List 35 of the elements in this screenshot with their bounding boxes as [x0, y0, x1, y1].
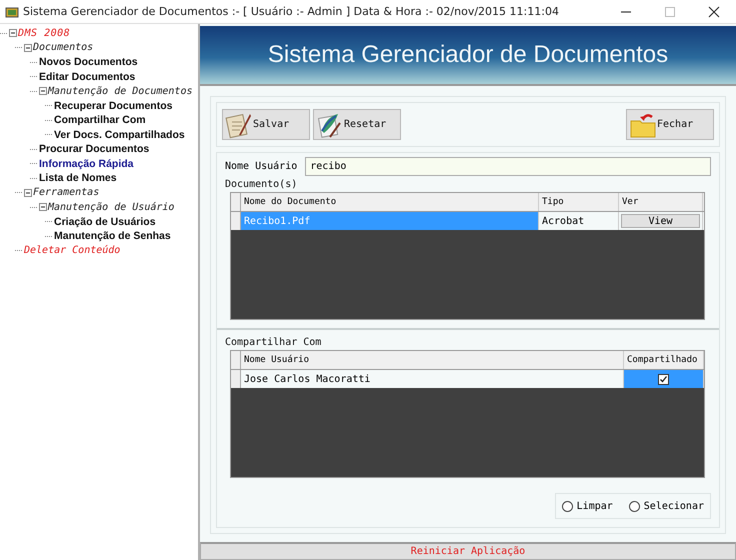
field-label: Nome Usuário	[225, 161, 298, 172]
radio-option[interactable]: Selecionar	[628, 500, 704, 512]
tree-item[interactable]: Compartilhar Com	[54, 114, 146, 126]
tree-item[interactable]: Ver Docs. Compartilhados	[54, 128, 185, 141]
user-name-field[interactable]: recibo	[305, 157, 711, 176]
save-button[interactable]: Salvar	[222, 109, 310, 140]
section-label: Compartilhar Com	[225, 337, 322, 348]
reset-button[interactable]: Resetar	[313, 109, 401, 140]
tree-item[interactable]: Manutenção de Usuário	[48, 202, 174, 213]
close-button[interactable]: Fechar	[626, 109, 714, 140]
tree-item[interactable]: Novos Documentos	[39, 56, 138, 68]
restart-button[interactable]: Reiniciar Aplicação	[200, 542, 736, 560]
tree-item[interactable]: Deletar Conteúdo	[24, 245, 120, 256]
tree-item[interactable]: Ferramentas	[33, 187, 100, 198]
section-label: Documento(s)	[225, 179, 298, 190]
tree-item[interactable]: Manutenção de Senhas	[54, 230, 171, 242]
tree-item[interactable]: Procurar Documentos	[39, 143, 150, 156]
column-header: Tipo	[539, 193, 619, 211]
tree-item[interactable]: Documentos	[33, 42, 94, 54]
app-title: Sistema Gerenciador de Documentos	[268, 41, 668, 69]
tree-item[interactable]: Editar Documentos	[39, 70, 136, 83]
window-title: Sistema Gerenciador de Documentos :- [ Usuário :- Admin ] Data & Hora :- 02/nov/2015 11:11:04	[23, 5, 560, 18]
column-header: Compartilhado	[624, 351, 704, 369]
radio-option[interactable]: Limpar	[562, 500, 613, 512]
view-button[interactable]: View	[621, 214, 700, 228]
tree-item[interactable]: Lista de Nomes	[39, 172, 117, 184]
tree-item[interactable]: DMS 2008	[18, 28, 70, 39]
tree-item[interactable]: Criação de Usuários	[54, 216, 156, 228]
column-header: Nome Usuário	[241, 351, 624, 369]
tree-item[interactable]: Manutenção de Documentos	[48, 86, 192, 97]
column-header: Ver	[619, 193, 703, 211]
table-cell: Acrobat	[539, 212, 619, 230]
tree-item[interactable]: Informação Rápida	[39, 158, 134, 170]
tree-item[interactable]: Recuperar Documentos	[54, 100, 172, 112]
column-header: Nome do Documento	[241, 193, 539, 211]
